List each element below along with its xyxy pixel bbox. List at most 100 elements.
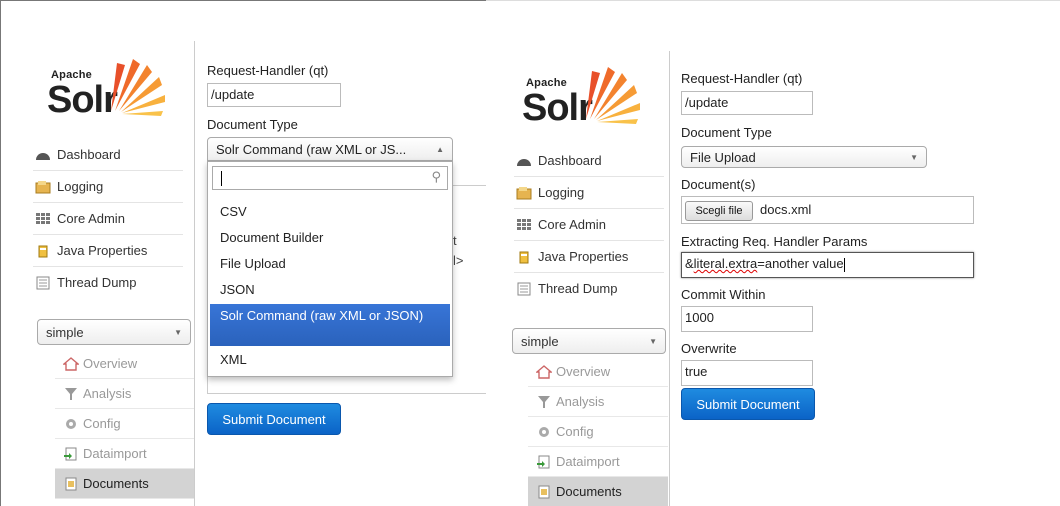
content-divider [669,51,670,506]
core-selector[interactable]: simple ▼ [512,328,666,354]
nav-label: Thread Dump [538,281,618,296]
nav-logging[interactable]: Logging [33,171,183,203]
core-menu-overview[interactable]: Overview [55,349,195,379]
config-icon [536,425,552,439]
nav-label: Java Properties [57,243,148,258]
hidden-field-border [207,377,208,393]
core-menu-label: Documents [83,476,149,491]
core-menu-documents[interactable]: Documents [55,469,195,499]
extracting-value-suffix: =another value [757,256,844,271]
extracting-params-input[interactable]: &literal.extra=another value [681,252,974,278]
dataimport-icon [63,447,79,461]
chevron-down-icon: ▼ [174,327,182,337]
document-type-select[interactable]: Solr Command (raw XML or JS... ▲ [207,137,453,161]
core-menu-label: Overview [556,364,611,379]
overview-icon [535,364,553,379]
dropdown-option[interactable]: XML [210,352,450,367]
content-divider [194,41,195,506]
file-input[interactable]: Scegli file docs.xml [681,196,974,224]
nav-core-admin[interactable]: Core Admin [514,209,664,241]
document-type-dropdown: ⚲ CSV Document Builder File Upload JSON … [207,161,453,377]
chevron-down-icon: ▼ [910,152,918,162]
logging-icon [516,186,532,200]
dropdown-option[interactable]: JSON [210,282,450,297]
extracting-value-misspelled: literal.extra [693,256,758,271]
documents-icon [63,477,79,491]
overwrite-input[interactable]: true [681,360,813,386]
core-admin-icon [516,218,532,232]
core-menu: Overview Analysis Config Dataimport Docu… [55,349,195,499]
solr-sunburst-icon [586,67,640,124]
core-menu-label: Analysis [83,386,132,401]
analysis-icon [63,387,79,401]
core-menu-dataimport[interactable]: Dataimport [528,447,668,477]
nav-label: Thread Dump [57,275,137,290]
thread-dump-icon [35,276,51,290]
nav-thread-dump[interactable]: Thread Dump [33,267,183,298]
dropdown-option-selected[interactable]: Solr Command (raw XML or JSON) [210,304,450,346]
nav-dashboard[interactable]: Dashboard [33,139,183,171]
document-type-label: Document Type [207,117,298,132]
request-handler-label: Request-Handler (qt) [681,71,803,86]
partial-text: l> [453,253,464,268]
dropdown-option[interactable]: File Upload [210,256,450,271]
nav-java-properties[interactable]: Java Properties [33,235,183,267]
file-name: docs.xml [760,202,812,217]
nav-java-properties[interactable]: Java Properties [514,241,664,273]
core-menu-label: Dataimport [83,446,147,461]
overwrite-label: Overwrite [681,341,737,356]
solr-sunburst-icon [111,59,165,116]
core-menu-analysis[interactable]: Analysis [528,387,668,417]
dashboard-icon [35,148,51,162]
search-icon: ⚲ [431,169,441,184]
nav-label: Logging [538,185,585,200]
nav-thread-dump[interactable]: Thread Dump [514,273,664,304]
hidden-field-border [207,393,486,394]
dataimport-icon [536,455,552,469]
nav-core-admin[interactable]: Core Admin [33,203,183,235]
logging-icon [35,180,51,194]
nav-label: Java Properties [538,249,629,264]
nav-label: Dashboard [57,147,121,162]
extracting-params-label: Extracting Req. Handler Params [681,234,868,249]
core-menu-analysis[interactable]: Analysis [55,379,195,409]
core-menu-dataimport[interactable]: Dataimport [55,439,195,469]
core-menu-label: Analysis [556,394,605,409]
commit-within-label: Commit Within [681,287,766,302]
core-menu-label: Config [83,416,121,431]
commit-within-input[interactable]: 1000 [681,306,813,332]
submit-document-button[interactable]: Submit Document [207,403,341,435]
core-menu: Overview Analysis Config Dataimport Docu… [528,357,668,506]
choose-file-button[interactable]: Scegli file [685,201,753,221]
documents-icon [536,485,552,499]
core-menu-overview[interactable]: Overview [528,357,668,387]
nav-logging[interactable]: Logging [514,177,664,209]
chevron-down-icon: ▼ [649,336,657,346]
left-screenshot-panel: Apache Solr Dashboard Logging Core Admin [0,0,486,506]
nav-label: Core Admin [57,211,125,226]
dropdown-search-input[interactable]: ⚲ [212,166,448,190]
main-nav: Dashboard Logging Core Admin Java Proper… [33,139,183,298]
nav-dashboard[interactable]: Dashboard [514,145,664,177]
document-type-label: Document Type [681,125,772,140]
document-type-select[interactable]: File Upload ▼ [681,146,927,168]
nav-label: Dashboard [538,153,602,168]
thread-dump-icon [516,282,532,296]
core-menu-label: Overview [83,356,138,371]
core-menu-label: Dataimport [556,454,620,469]
core-menu-documents[interactable]: Documents [528,477,668,506]
request-handler-label: Request-Handler (qt) [207,63,329,78]
core-selector[interactable]: simple ▼ [37,319,191,345]
core-menu-config[interactable]: Config [528,417,668,447]
core-selector-value: simple [46,324,84,340]
dropdown-option[interactable]: CSV [210,204,450,219]
solr-logo[interactable]: Apache Solr [522,65,662,135]
submit-document-button[interactable]: Submit Document [681,388,815,420]
dropdown-option[interactable]: Document Builder [210,230,450,245]
overview-icon [62,356,80,371]
core-menu-config[interactable]: Config [55,409,195,439]
request-handler-input[interactable]: /update [207,83,341,107]
solr-logo[interactable]: Apache Solr [47,57,187,127]
core-menu-label: Documents [556,484,622,499]
request-handler-input[interactable]: /update [681,91,813,115]
